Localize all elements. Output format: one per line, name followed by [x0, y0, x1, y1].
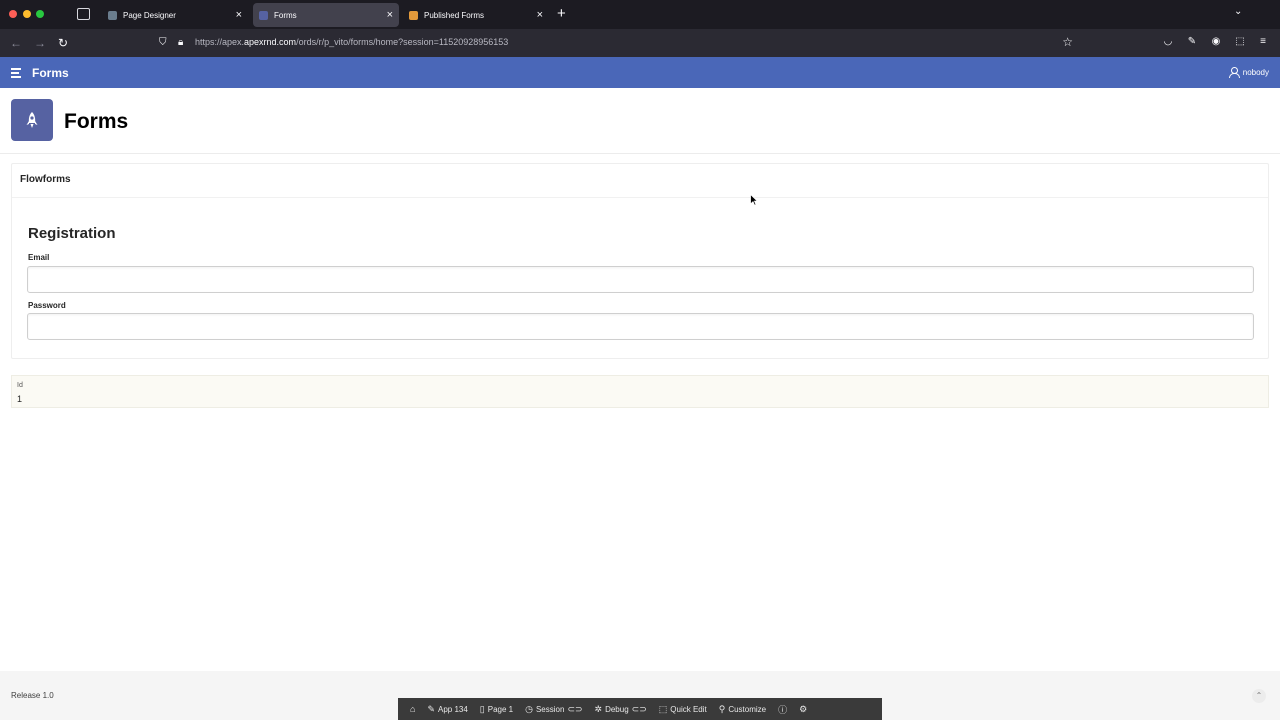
mouse-cursor-icon — [750, 194, 758, 206]
dev-home-button[interactable]: ⌂ — [404, 698, 421, 720]
window-zoom-button[interactable] — [36, 10, 44, 18]
email-label: Email — [28, 253, 50, 262]
email-field[interactable] — [27, 266, 1254, 293]
dev-settings-button[interactable]: ⚙ — [793, 698, 813, 720]
page-designer-favicon-icon — [108, 10, 117, 20]
settings-icon: ⚙ — [799, 703, 808, 714]
address-bar[interactable]: ⛉ 🔒︎ https://apex.apexrnd.com/ords/r/p_v… — [153, 32, 1083, 54]
tab-title: Page Designer — [123, 10, 176, 20]
window-minimize-button[interactable] — [23, 10, 31, 18]
hamburger-menu-icon[interactable] — [11, 68, 21, 80]
developer-toolbar: ⌂ ✎ App 134 ▯ Page 1 ◷ Session ⊂⊃ ✲ Debu… — [398, 698, 882, 720]
close-tab-icon[interactable]: × — [537, 7, 543, 23]
password-field[interactable] — [27, 313, 1254, 340]
toggle-icon: ⊂⊃ — [567, 703, 583, 714]
form-title: Registration — [28, 225, 116, 242]
app-header: Forms nobody — [0, 57, 1280, 88]
account-icon[interactable]: ◉ — [1210, 36, 1222, 48]
page-icon: ▯ — [479, 703, 485, 714]
flowforms-region: Flowforms Registration Email Password — [11, 163, 1269, 359]
scroll-to-top-button[interactable]: ⌃ — [1252, 689, 1266, 703]
browser-nav-bar: ← → ↻ ⛉ 🔒︎ https://apex.apexrnd.com/ords… — [0, 29, 1280, 57]
region-title: Flowforms — [12, 164, 1268, 198]
dev-session-button[interactable]: ◷ Session ⊂⊃ — [519, 698, 588, 720]
app-title[interactable]: Forms — [32, 66, 69, 80]
list-all-tabs-chevron-icon[interactable]: ⌄ — [1234, 6, 1242, 17]
close-tab-icon[interactable]: × — [236, 7, 242, 23]
bookmark-star-icon[interactable]: ☆ — [1062, 35, 1073, 49]
menu-icon[interactable]: ≡ — [1257, 36, 1269, 48]
extensions-icon[interactable]: ⬚ — [1234, 36, 1246, 48]
dev-customize-label: Customize — [728, 704, 767, 714]
pocket-icon[interactable]: ◡ — [1162, 36, 1174, 48]
url-text[interactable]: https://apex.apexrnd.com/ords/r/p_vito/f… — [195, 37, 508, 47]
quick-edit-icon: ⬚ — [658, 703, 668, 714]
lock-icon[interactable]: 🔒︎ — [178, 36, 183, 50]
password-label: Password — [28, 301, 66, 310]
tab-title: Forms — [274, 10, 297, 20]
page-title: Forms — [64, 110, 129, 133]
info-icon: ⓘ — [778, 704, 788, 715]
dev-page-label: Page 1 — [487, 704, 514, 714]
dev-session-label: Session — [535, 704, 565, 714]
reload-icon[interactable]: ↻ — [58, 35, 68, 51]
browser-tab-bar: Page Designer × Forms × Published Forms … — [0, 0, 1280, 29]
id-display-item: Id 1 — [11, 375, 1269, 408]
new-tab-button[interactable]: + — [557, 5, 566, 23]
dev-quick-edit-label: Quick Edit — [670, 704, 707, 714]
window-close-button[interactable] — [9, 10, 17, 18]
tab-published-forms[interactable]: Published Forms × — [403, 3, 549, 27]
close-tab-icon[interactable]: × — [387, 7, 393, 23]
session-icon: ◷ — [525, 703, 533, 714]
rocket-icon — [11, 99, 53, 141]
wrench-icon[interactable]: ✎ — [1186, 36, 1198, 48]
debug-icon: ✲ — [594, 703, 603, 714]
user-name: nobody — [1242, 67, 1269, 77]
tab-title: Published Forms — [424, 10, 485, 20]
published-forms-favicon-icon — [409, 10, 418, 20]
dev-debug-label: Debug — [605, 704, 629, 714]
release-label: Release 1.0 — [11, 691, 54, 700]
dev-quick-edit-button[interactable]: ⬚ Quick Edit — [653, 698, 713, 720]
tab-forms[interactable]: Forms × — [253, 3, 399, 27]
hero-region: Forms — [0, 88, 1280, 154]
dev-app-label: App 134 — [437, 704, 468, 714]
tab-page-designer[interactable]: Page Designer × — [102, 3, 248, 27]
toggle-icon: ⊂⊃ — [631, 703, 647, 714]
customize-icon: ⚲ — [718, 703, 726, 714]
forms-favicon-icon — [259, 10, 268, 20]
id-value: 1 — [17, 394, 23, 404]
dev-page-button[interactable]: ▯ Page 1 — [474, 698, 519, 720]
dev-customize-button[interactable]: ⚲ Customize — [713, 698, 772, 720]
dev-debug-button[interactable]: ✲ Debug ⊂⊃ — [589, 698, 653, 720]
id-label: Id — [17, 382, 23, 389]
dev-info-button[interactable]: ⓘ — [772, 698, 793, 720]
user-icon — [1228, 67, 1240, 78]
tab-overview-icon[interactable] — [77, 8, 90, 20]
home-icon: ⌂ — [410, 704, 416, 714]
dev-app-button[interactable]: ✎ App 134 — [421, 698, 473, 720]
back-arrow-icon[interactable]: ← — [10, 35, 22, 51]
forward-arrow-icon[interactable]: → — [34, 35, 46, 51]
edit-icon: ✎ — [427, 703, 435, 714]
shield-icon[interactable]: ⛉ — [159, 36, 167, 50]
user-menu[interactable]: nobody — [1228, 67, 1269, 78]
